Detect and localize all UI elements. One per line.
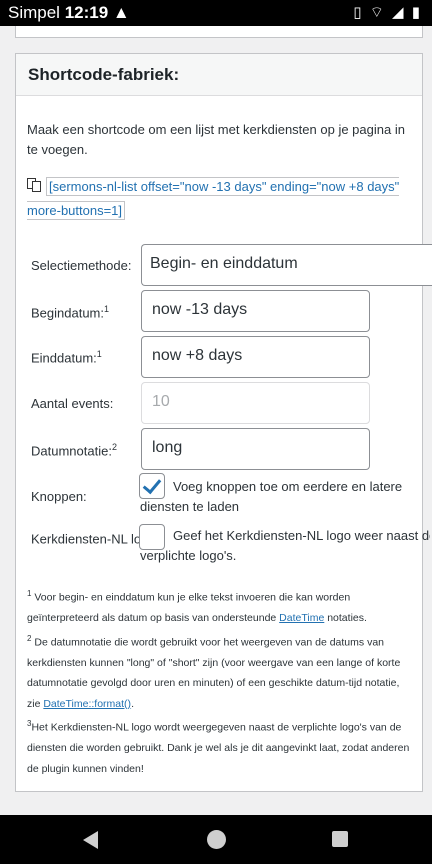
end-date-footnote-ref: 1 — [96, 349, 102, 359]
previous-card-bottom — [15, 26, 423, 38]
buttons-checkbox-text: Voeg knoppen toe om eerdere en latere di… — [140, 479, 403, 514]
method-select[interactable]: Begin- en einddatum — [141, 244, 432, 286]
shortcode-output[interactable]: [sermons-nl-list offset="now -13 days" e… — [27, 175, 417, 223]
method-label: Selectiemethode: — [31, 258, 132, 273]
start-date-label: Begindatum:1 — [31, 304, 109, 320]
copy-icon[interactable] — [27, 178, 42, 192]
android-nav-bar — [0, 815, 432, 864]
logo-checkbox-text-line2: verplichte logo's. — [140, 548, 237, 563]
status-time: 12:19 — [64, 3, 109, 22]
start-date-label-text: Begindatum: — [31, 305, 104, 321]
end-date-label-text: Einddatum: — [31, 350, 97, 366]
start-date-input[interactable]: now -13 days — [141, 290, 370, 332]
status-left: Simpel 12:19 ▲ — [8, 3, 130, 23]
end-date-input[interactable]: now +8 days — [141, 336, 370, 378]
event-count-label: Aantal events: — [31, 396, 114, 411]
footnote-1-tail: notaties. — [324, 612, 367, 624]
footnote-1: 1 Voor begin- en einddatum kun je elke t… — [27, 584, 412, 629]
date-format-label: Datumnotatie:2 — [31, 442, 117, 458]
shortcode-text[interactable]: [sermons-nl-list offset="now -13 days" e… — [27, 177, 400, 220]
status-bar: Simpel 12:19 ▲ ▯ ⌔ ◢ ▮ — [0, 0, 432, 26]
card-title: Shortcode-fabriek: — [16, 54, 422, 96]
start-date-footnote-ref: 1 — [104, 304, 110, 314]
intro-text: Maak een shortcode om een lijst met kerk… — [27, 122, 405, 157]
back-triangle-icon[interactable] — [83, 831, 98, 849]
footnote-2: 2 De datumnotatie die wordt gebruikt voo… — [27, 629, 412, 715]
date-format-footnote-ref: 2 — [111, 442, 117, 452]
home-circle-icon[interactable] — [207, 830, 226, 849]
recent-square-icon[interactable] — [332, 831, 348, 847]
vibrate-icon: ▯ — [353, 4, 364, 21]
shortcode-factory-card: Shortcode-fabriek: Maak een shortcode om… — [15, 53, 432, 792]
date-format-input[interactable]: long — [141, 428, 370, 470]
battery-icon: ▮ — [411, 4, 422, 21]
status-icons: ▯ ⌔ ◢ ▮ — [353, 3, 422, 22]
footnote-3: 3Het Kerkdiensten-NL logo wordt weergege… — [27, 714, 412, 779]
wifi-icon: ⌔ — [369, 4, 386, 21]
footnote-2-tail: . — [131, 697, 134, 710]
logo-checkbox-text-line1: Geef het Kerkdiensten-NL logo weer naast… — [173, 528, 430, 543]
date-format-label-text: Datumnotatie: — [31, 443, 112, 459]
signal-icon: ◢ — [392, 4, 406, 21]
warning-triangle-icon: ▲ — [112, 3, 130, 22]
datetime-link[interactable]: DateTime — [279, 612, 324, 624]
footnotes: 1 Voor begin- en einddatum kun je elke t… — [27, 584, 412, 779]
carrier-name: Simpel — [8, 3, 60, 22]
event-count-input[interactable]: 10 — [141, 382, 370, 424]
footnote-3-text: Het Kerkdiensten-NL logo wordt weergegev… — [27, 721, 410, 775]
end-date-label: Einddatum:1 — [31, 349, 102, 365]
datetime-format-link[interactable]: DateTime::format() — [43, 698, 131, 710]
buttons-label: Knoppen: — [31, 489, 87, 504]
